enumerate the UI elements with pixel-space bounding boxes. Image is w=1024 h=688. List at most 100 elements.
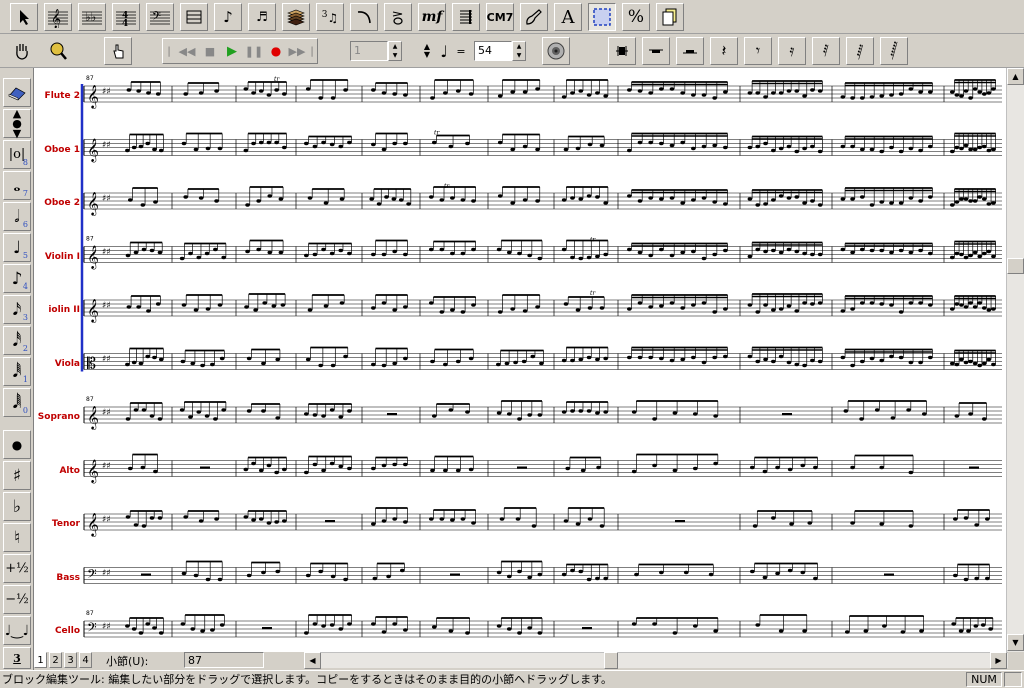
half-rest-button[interactable] [676,37,704,65]
clef-treble: 𝄞 [87,245,99,270]
page-tab-1[interactable]: 1 [34,652,47,668]
transport-start-edge[interactable]: | [163,37,175,65]
note-head [258,140,264,145]
part-name-6[interactable]: Soprano [36,412,80,422]
chord-tool[interactable]: CM7 [486,3,514,31]
fast-forward-button[interactable]: ▶▶ [286,37,308,65]
half-note-tool[interactable]: 𝅗𝅥 6 [3,202,31,231]
vertical-scrollbar[interactable]: ▲ ▼ [1006,68,1024,652]
measure-number-field[interactable]: 87 [184,652,264,668]
treble-clef-staff-tool[interactable]: 𝄞 [44,3,72,31]
page-tab-2[interactable]: 2 [49,652,62,668]
grace-note-tool[interactable]: ♬ [248,3,276,31]
note-head [439,198,445,202]
part-name-3[interactable]: Violin I [36,252,80,262]
eighth-note-tool[interactable]: ♪ 4 [3,264,31,293]
vertical-scroll-thumb[interactable] [1007,258,1024,274]
block-edit-tool[interactable] [588,3,616,31]
time-signature-tool[interactable]: 44 [112,3,140,31]
slur-tool[interactable] [350,3,378,31]
quarter-note-tool[interactable]: ♩ 5 [3,233,31,262]
hand-tool[interactable] [8,37,36,65]
note-head [537,413,543,417]
part-name-10[interactable]: Cello [36,626,80,636]
page-tab-3[interactable]: 3 [64,652,77,668]
breve-note-tool[interactable]: |o| 8 [3,140,31,169]
whole-rest-tool[interactable] [608,37,636,65]
key-signature-tool[interactable]: ♭♭ [78,3,106,31]
whole-rest-button[interactable] [642,37,670,65]
measure-lines-tool[interactable] [452,3,480,31]
score-area[interactable]: 𝄞 ♯♯ 𝄞 ♯♯ 𝄞 ♯♯ 𝄞 ♯♯ 𝄞 ♯♯ 𝄡 ♯♯ 𝄞 ♯♯ 𝄞 ♯♯ 𝄞 ♯♯ 𝄢 ♯♯ 𝄢 ♯♯ 87 87 87 8… [34,68,1006,652]
pointer-hand-tool[interactable] [104,37,132,65]
quarter-rest-button[interactable]: 𝄽 [710,37,738,65]
part-name-7[interactable]: Alto [36,466,80,476]
onetwentyeighth-note-tool[interactable]: 𝅘𝅥𝅲 0 [3,388,31,417]
thirtysecond-note-tool[interactable]: 𝅘𝅥𝅰 2 [3,326,31,355]
eighth-rest-button[interactable]: 𝄾 [744,37,772,65]
pause-button[interactable]: ❚❚ [244,37,264,65]
note-head [603,201,608,205]
tie-tool[interactable]: ♩‿♩ [3,616,31,645]
flat-tool[interactable]: ♭ [3,492,31,521]
select-arrow-tool[interactable] [10,3,38,31]
zoom-tool[interactable] [44,37,72,65]
speaker-button[interactable] [542,37,570,65]
note-head [981,251,987,256]
sixtyfourth-rest-button[interactable]: 𝅁 [846,37,874,65]
scroll-right-button[interactable]: ▶ [990,652,1007,669]
sixteenth-note-tool[interactable]: 𝅘𝅥𝅯 3 [3,295,31,324]
tempo-up-down[interactable]: ▲ ▼ [420,37,434,65]
instrument-tool[interactable] [282,3,310,31]
thirtysecond-rest-button[interactable]: 𝅀 [812,37,840,65]
part-name-2[interactable]: Oboe 2 [36,198,80,208]
tempo-spinner[interactable]: ▲ ▼ [512,41,526,61]
pitch-updown-tool[interactable]: ▲ ● ▼ [3,108,31,139]
page-tool[interactable] [656,3,684,31]
play-button[interactable]: ▶ [222,37,242,65]
note-head [138,631,144,635]
transport-end-edge[interactable]: | [306,37,318,65]
eraser-tool[interactable] [3,78,31,107]
part-name-1[interactable]: Oboe 1 [36,145,80,155]
note-tool[interactable]: ♪ [214,3,242,31]
measure-position-spinner[interactable]: ▲ ▼ [388,41,402,61]
tempo-input[interactable]: 54 [474,41,512,61]
part-name-0[interactable]: Flute 2 [36,91,80,101]
plus-half-tool[interactable]: +½ [3,554,31,583]
note-head [305,573,311,578]
rewind-button[interactable]: ◀◀ [176,37,198,65]
sharp-tool[interactable]: ♯ [3,461,31,490]
note-head [430,468,435,473]
tuplet-tool[interactable]: 3 [3,647,31,669]
scroll-left-button[interactable]: ◀ [304,652,321,669]
percent-tool[interactable]: % [622,3,650,31]
sixtyfourth-note-tool[interactable]: 𝅘𝅥𝅱 1 [3,357,31,386]
whole-note-tool[interactable]: 𝅝 7 [3,171,31,200]
part-name-9[interactable]: Bass [36,573,80,583]
sixteenth-rest-button[interactable]: 𝄿 [778,37,806,65]
text-tool[interactable]: A [554,3,582,31]
onetwentyeighth-rest-button[interactable]: 𝅂 [880,37,908,65]
part-name-8[interactable]: Tenor [36,519,80,529]
dynamics-tool[interactable]: mf [418,3,446,31]
horizontal-scroll-thumb[interactable] [604,652,618,669]
accent-tool[interactable] [384,3,412,31]
scroll-down-button[interactable]: ▼ [1007,634,1024,651]
horizontal-scrollbar[interactable]: ◀ ▶ [304,652,1008,669]
staff-lines-tool[interactable] [180,3,208,31]
natural-tool[interactable]: ♮ [3,523,31,552]
part-name-5[interactable]: Viola [36,359,80,369]
bass-clef-staff-tool[interactable]: 𝄢 [146,3,174,31]
record-button[interactable]: ● [266,37,286,65]
score-canvas[interactable]: 𝄞 ♯♯𝄞 ♯♯𝄞 ♯♯𝄞 ♯♯𝄞 ♯♯𝄡 ♯♯𝄞 ♯♯𝄞 ♯♯𝄞 ♯♯𝄢 ♯♯𝄢 ♯♯8787878… [34,68,1006,652]
stop-button[interactable]: ■ [200,37,220,65]
guitar-tool[interactable] [520,3,548,31]
minus-half-tool[interactable]: −½ [3,585,31,614]
scroll-up-button[interactable]: ▲ [1007,68,1024,85]
part-name-4[interactable]: iolin II [36,305,80,315]
triplet-tool[interactable]: 3♫ [316,3,344,31]
page-tab-4[interactable]: 4 [79,652,92,668]
dot-tool[interactable]: ● [3,430,31,459]
measure-position-input[interactable]: 1 [350,41,388,61]
